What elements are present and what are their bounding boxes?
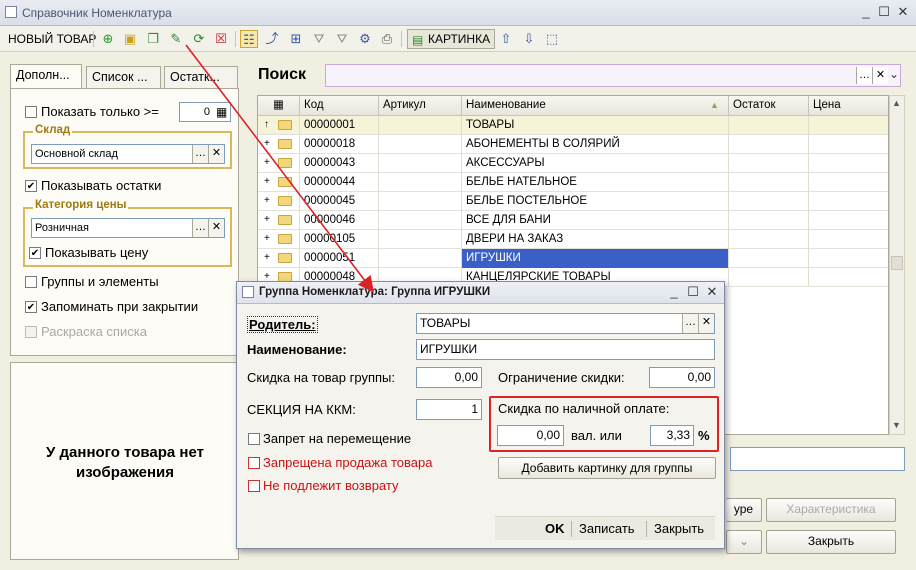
annotation-arrow: [185, 44, 374, 293]
arrow-line: [185, 44, 374, 293]
tab-additional[interactable]: Дополн...: [10, 64, 82, 88]
